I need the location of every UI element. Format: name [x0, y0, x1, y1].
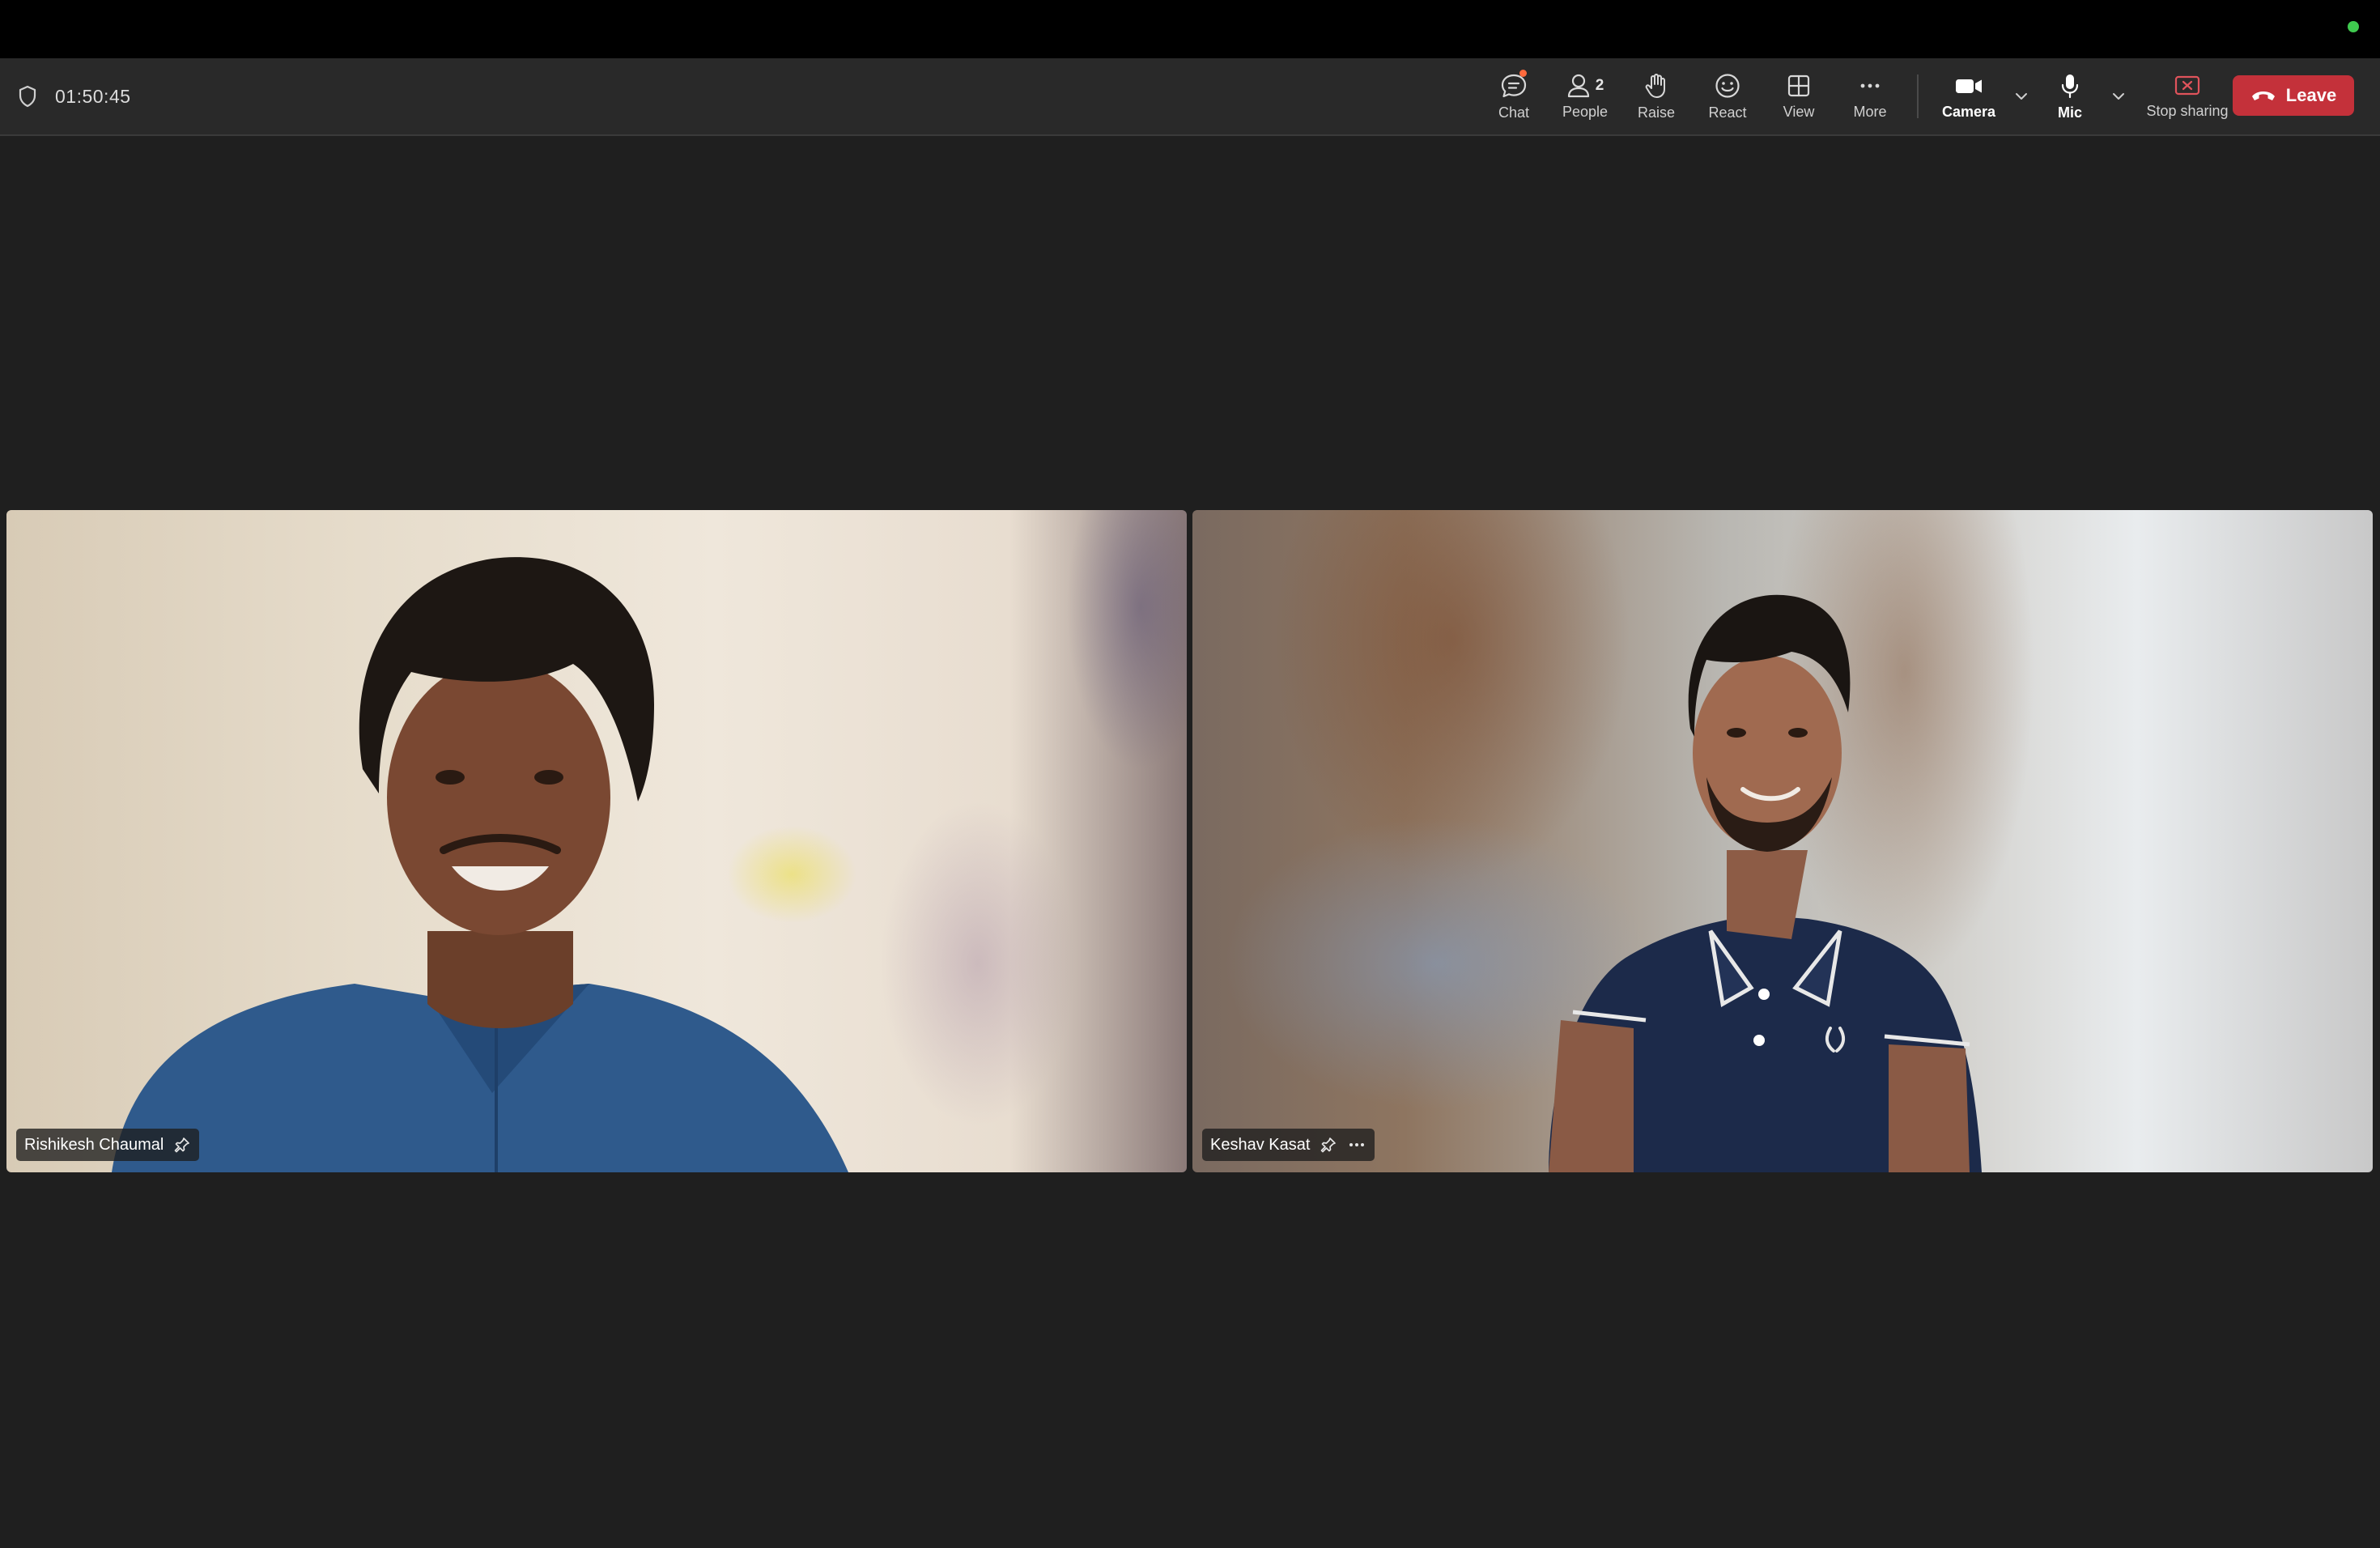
grid-view-icon	[1787, 74, 1810, 96]
people-label: People	[1562, 103, 1609, 120]
mic-button[interactable]: Mic	[2035, 58, 2105, 134]
toolbar-actions: Chat 2 People Raise React View More Came…	[1478, 58, 2242, 134]
camera-button[interactable]: Camera	[1930, 58, 2008, 134]
participant-video-silhouette	[1549, 594, 1982, 1172]
more-label: More	[1853, 103, 1887, 120]
raise-label: Raise	[1637, 104, 1676, 121]
people-count: 2	[1595, 76, 1604, 94]
view-button[interactable]: View	[1763, 58, 1834, 134]
chevron-down-icon	[2113, 93, 2124, 100]
more-button[interactable]: More	[1834, 58, 1906, 134]
status-online-indicator	[2348, 21, 2359, 32]
toolbar-divider	[1917, 74, 1919, 118]
video-tile-participant-1[interactable]: Rishikesh Chaumal	[6, 510, 1187, 1172]
participant-video-silhouette	[112, 557, 848, 1172]
camera-label: Camera	[1941, 103, 1996, 120]
person-icon	[1567, 74, 1589, 97]
meeting-elapsed-time: 01:50:45	[55, 85, 131, 107]
camera-options-button[interactable]	[2008, 58, 2035, 134]
system-top-bar	[0, 0, 2380, 58]
participant-name: Rishikesh Chaumal	[24, 1135, 164, 1154]
stop-sharing-button[interactable]: Stop sharing	[2132, 58, 2242, 134]
ellipsis-icon	[1349, 1143, 1365, 1146]
chat-notification-dot	[1519, 70, 1527, 77]
video-tile-participant-2[interactable]: Keshav Kasat	[1192, 510, 2373, 1172]
pin-icon	[1321, 1138, 1337, 1153]
raise-hand-button[interactable]: Raise	[1621, 58, 1692, 134]
hand-icon	[1645, 73, 1665, 98]
pin-icon	[174, 1138, 190, 1153]
participant-name-tag: Rishikesh Chaumal	[16, 1129, 200, 1161]
react-button[interactable]: React	[1692, 58, 1763, 134]
leave-button[interactable]: Leave	[2233, 75, 2354, 116]
stop-sharing-label: Stop sharing	[2146, 102, 2229, 119]
chat-label: Chat	[1498, 104, 1530, 121]
video-camera-icon	[1956, 79, 1982, 93]
chat-button[interactable]: Chat	[1478, 58, 1549, 134]
hang-up-icon	[2251, 91, 2275, 100]
shield-icon	[19, 85, 36, 108]
people-button[interactable]: 2 People	[1549, 58, 1621, 134]
stop-sharing-icon	[2174, 75, 2200, 95]
people-icon-group: 2	[1566, 73, 1604, 99]
pin-button[interactable]	[1320, 1136, 1337, 1154]
participant-name-tag: Keshav Kasat	[1202, 1129, 1375, 1161]
mic-label: Mic	[2057, 104, 2082, 121]
ellipsis-icon	[1860, 83, 1880, 87]
smiley-icon	[1715, 73, 1740, 98]
leave-label: Leave	[2285, 85, 2337, 105]
microphone-icon	[2061, 74, 2079, 98]
react-label: React	[1708, 104, 1747, 121]
view-label: View	[1783, 103, 1815, 120]
participant-options-button[interactable]	[1347, 1136, 1366, 1154]
meeting-toolbar: 01:50:45 Chat 2 People Raise React View …	[0, 58, 2380, 136]
mic-options-button[interactable]	[2105, 58, 2132, 134]
participant-name: Keshav Kasat	[1210, 1135, 1311, 1154]
meeting-timer: 01:50:45	[18, 58, 131, 134]
pin-button[interactable]	[173, 1136, 191, 1154]
chevron-down-icon	[2016, 93, 2027, 100]
